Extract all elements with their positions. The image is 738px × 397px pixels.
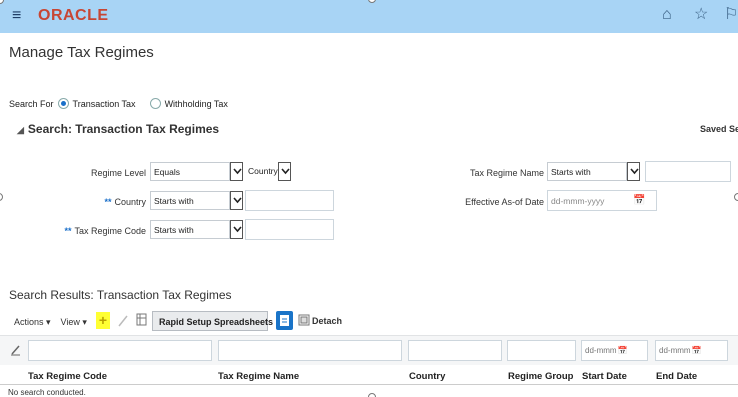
column-header-tax-regime-name[interactable]: Tax Regime Name <box>218 371 299 382</box>
country-operator[interactable]: Starts with <box>150 191 230 210</box>
view-menu[interactable]: View ▾ <box>61 317 87 328</box>
query-by-example-row: dd-mmm📅 dd-mmm📅 <box>0 335 738 365</box>
top-bar: ≡ ORACLE ⌂ ☆ ⚐ <box>0 0 738 33</box>
oracle-logo[interactable]: ORACLE <box>38 7 109 25</box>
collapse-triangle-icon[interactable]: ◢ <box>17 125 24 135</box>
search-for-label: Search For <box>9 98 54 109</box>
window-handle <box>734 193 738 201</box>
clear-filter-icon[interactable] <box>10 344 22 356</box>
add-row-icon[interactable]: + <box>96 312 110 329</box>
results-toolbar: Actions ▾ View ▾ <box>14 311 97 333</box>
window-handle <box>0 193 3 201</box>
calendar-icon[interactable]: 📅 <box>618 346 628 355</box>
column-header-end-date[interactable]: End Date <box>656 371 697 382</box>
tax-regime-name-label: Tax Regime Name <box>469 168 544 178</box>
home-icon[interactable]: ⌂ <box>662 6 672 24</box>
chevron-down-icon[interactable] <box>278 162 291 181</box>
filter-tax-regime-code[interactable] <box>28 340 212 361</box>
column-header-regime-group[interactable]: Regime Group <box>508 371 573 382</box>
filter-regime-group[interactable] <box>507 340 576 361</box>
withholding-tax-label[interactable]: Withholding Tax <box>165 99 228 109</box>
column-header-country[interactable]: Country <box>409 371 445 382</box>
tax-regime-code-operator[interactable]: Starts with <box>150 220 230 239</box>
withholding-tax-radio[interactable] <box>149 98 161 109</box>
regime-level-label: Regime Level <box>90 168 146 178</box>
filter-country[interactable] <box>408 340 502 361</box>
transaction-tax-radio[interactable] <box>57 98 69 109</box>
saved-search-label: Saved Sear <box>700 124 738 134</box>
tax-regime-code-input[interactable] <box>245 219 334 240</box>
export-to-excel-icon[interactable] <box>276 311 293 330</box>
chevron-down-icon[interactable] <box>230 220 243 239</box>
calendar-icon[interactable]: 📅 <box>633 195 645 206</box>
detach-icon[interactable] <box>298 313 310 327</box>
window-handle <box>368 393 376 397</box>
chevron-down-icon[interactable] <box>230 162 243 181</box>
chevron-down-icon[interactable] <box>627 162 640 181</box>
filter-tax-regime-name[interactable] <box>218 340 402 361</box>
calendar-icon[interactable]: 📅 <box>692 346 702 355</box>
country-label: ** Country <box>104 197 146 207</box>
column-header-start-date[interactable]: Start Date <box>582 371 627 382</box>
empty-results-message: No search conducted. <box>8 388 86 397</box>
transaction-tax-label[interactable]: Transaction Tax <box>73 99 136 109</box>
rapid-setup-spreadsheets-button[interactable]: Rapid Setup Spreadsheets ▼ <box>152 311 284 331</box>
flag-icon[interactable]: ⚐ <box>724 6 738 24</box>
filter-end-date[interactable]: dd-mmm📅 <box>655 340 728 361</box>
menu-icon[interactable]: ≡ <box>12 8 21 24</box>
search-section-title[interactable]: ◢ Search: Transaction Tax Regimes <box>17 122 219 136</box>
country-input[interactable] <box>245 190 334 211</box>
edit-pencil-icon[interactable] <box>117 314 129 328</box>
column-header-tax-regime-code[interactable]: Tax Regime Code <box>28 371 107 382</box>
star-icon[interactable]: ☆ <box>694 6 708 24</box>
header-divider <box>0 384 738 385</box>
effective-date-label: Effective As-of Date <box>465 197 544 207</box>
page-title: Manage Tax Regimes <box>9 44 154 61</box>
tax-regime-name-operator[interactable]: Starts with <box>547 162 627 181</box>
detach-button[interactable]: Detach <box>312 316 342 326</box>
filter-start-date[interactable]: dd-mmm📅 <box>581 340 648 361</box>
regime-level-value[interactable]: Country <box>245 162 278 181</box>
regime-level-operator[interactable]: Equals <box>150 162 230 181</box>
results-title: Search Results: Transaction Tax Regimes <box>9 288 232 302</box>
search-for-group: Search For Transaction Tax Withholding T… <box>9 98 228 109</box>
freeze-columns-icon[interactable] <box>136 313 148 327</box>
actions-menu[interactable]: Actions ▾ <box>14 317 51 328</box>
chevron-down-icon[interactable] <box>230 191 243 210</box>
tax-regime-code-label: ** Tax Regime Code <box>64 226 146 236</box>
tax-regime-name-input[interactable] <box>645 161 731 182</box>
